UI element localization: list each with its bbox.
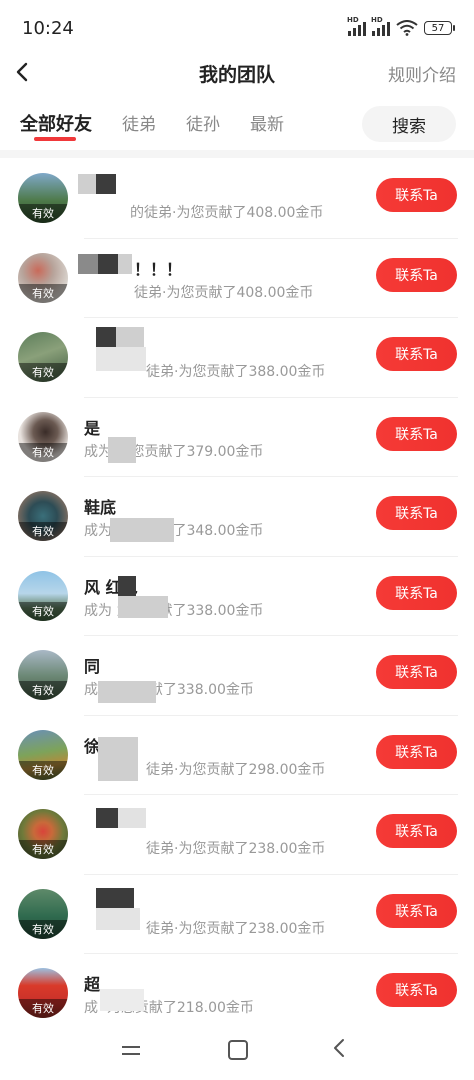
list-item: 有效 是 成为 为您贡献了379.00金币 联系Ta [0,396,474,477]
mosaic [100,989,144,1011]
avatar[interactable]: 有效 [18,252,68,303]
mosaic [118,253,132,274]
mosaic [96,887,134,908]
contact-button[interactable]: 联系Ta [376,973,457,1007]
contact-button[interactable]: 联系Ta [376,734,457,769]
mosaic [96,327,116,347]
rules-link[interactable]: 规则介绍 [388,61,456,86]
avatar[interactable]: 有效 [18,729,68,780]
home-icon[interactable] [228,1040,248,1060]
valid-badge: 有效 [18,363,68,382]
mosaic [118,595,168,618]
signal-icon: HD [347,16,366,36]
contact-button[interactable]: 联系Ta [376,416,457,451]
friend-name: 超 [84,975,101,994]
signal-icon-2: HD [371,16,390,36]
battery-icon: 57 [424,21,455,35]
valid-badge: 有效 [18,919,68,939]
friend-name: 同 [84,657,101,676]
valid-badge: 有效 [18,283,68,303]
list-item: 有效 ！！！ 徒弟·为您贡献了408.00金币 联系Ta [0,237,474,318]
avatar[interactable]: 有效 [18,888,68,939]
mosaic [98,736,138,781]
friend-name: ！！！ [134,259,183,279]
mosaic [96,808,118,828]
contact-button[interactable]: 联系Ta [376,575,457,610]
nav-bar: 我的团队 规则介绍 [0,50,474,94]
status-bar: 10:24 HD HD 57 [0,0,474,56]
tab-all-friends[interactable]: 全部好友 [20,110,92,136]
tab-apprentices[interactable]: 徒弟 [122,110,156,135]
avatar[interactable]: 有效 [18,332,68,382]
tab-grand-apprentices[interactable]: 徒孙 [186,110,220,135]
list-item: 有效 徒弟·为您贡献了238.00金币 联系Ta [0,794,474,874]
valid-badge: 有效 [18,840,68,859]
valid-badge: 有效 [18,681,68,700]
avatar[interactable]: 有效 [18,570,68,621]
friend-name: 是 [84,418,101,438]
list-item: 有效 徒弟·为您贡献了388.00金币 联系Ta [0,317,474,397]
friend-name: 鞋底 [84,498,117,517]
friend-contribution: 徒弟·为您贡献了388.00金币 [146,364,326,380]
avatar[interactable]: 有效 [18,809,68,859]
mosaic [96,174,116,194]
friend-contribution: 徒弟·为您贡献了238.00金币 [146,920,326,937]
mosaic [118,575,136,596]
valid-badge: 有效 [18,442,68,462]
section-divider [0,150,474,158]
system-nav-bar [0,1024,474,1080]
active-tab-indicator [34,137,76,141]
mosaic [96,907,140,930]
valid-badge: 有效 [18,601,68,621]
valid-badge: 有效 [18,760,68,780]
friend-contribution: 的徒弟·为您贡献了408.00金币 [130,205,324,221]
list-item: 有效 鞋底 成为 为您贡献了348.00金币 联系Ta [0,476,474,556]
friend-contribution: 成为 为您贡献了338.00金币 [84,602,264,619]
list-item: 有效 徒弟·为您贡献了238.00金币 联系Ta [0,873,474,954]
friend-list: 有效 的徒弟·为您贡献了408.00金币 联系Ta 有效 ！！！ 徒弟·为您贡献… [0,158,474,1033]
mosaic [110,518,174,542]
mosaic [78,253,98,274]
list-item: 有效 风 红包 成为 为您贡献了338.00金币 联系Ta [0,555,474,636]
mosaic [98,681,156,703]
contact-button[interactable]: 联系Ta [376,337,457,371]
contact-button[interactable]: 联系Ta [376,655,457,689]
friend-contribution: 徒弟·为您贡献了298.00金币 [146,761,326,778]
valid-badge: 有效 [18,204,68,223]
status-icons: HD HD 57 [347,16,455,36]
contact-button[interactable]: 联系Ta [376,257,457,292]
search-button[interactable]: 搜索 [362,106,456,142]
valid-badge: 有效 [18,522,68,541]
tab-latest[interactable]: 最新 [250,110,284,135]
valid-badge: 有效 [18,999,68,1018]
mosaic [78,174,96,194]
status-time: 10:24 [22,18,74,39]
avatar[interactable]: 有效 [18,968,68,1018]
wifi-icon [396,20,418,36]
friend-contribution: 徒弟·为您贡献了238.00金币 [146,841,326,857]
contact-button[interactable]: 联系Ta [376,178,457,212]
contact-button[interactable]: 联系Ta [376,496,457,530]
avatar[interactable]: 有效 [18,491,68,541]
contact-button[interactable]: 联系Ta [376,893,457,928]
avatar[interactable]: 有效 [18,650,68,700]
avatar[interactable]: 有效 [18,173,68,223]
list-item: 有效 同 成 ·为您贡献了338.00金币 联系Ta [0,635,474,715]
mosaic [116,327,144,347]
avatar[interactable]: 有效 [18,411,68,462]
mosaic [96,347,146,371]
mosaic [118,808,146,828]
contact-button[interactable]: 联系Ta [376,814,457,848]
list-item: 有效 超 成 ·为您贡献了218.00金币 联系Ta [0,953,474,1033]
list-item: 有效 的徒弟·为您贡献了408.00金币 联系Ta [0,158,474,238]
friend-contribution: 徒弟·为您贡献了408.00金币 [134,284,314,301]
mosaic [108,436,136,463]
mosaic [98,253,118,274]
menu-icon[interactable] [122,1046,140,1056]
system-back-icon[interactable] [332,1038,346,1058]
list-item: 有效 徐 徒弟·为您贡献了298.00金币 联系Ta [0,714,474,795]
